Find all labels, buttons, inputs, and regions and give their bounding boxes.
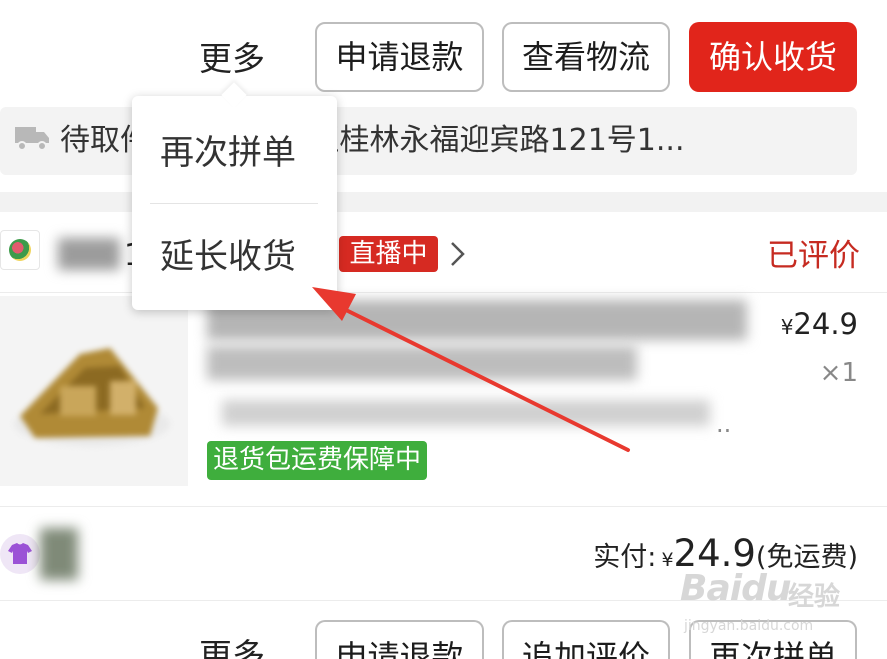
order-list-screen: 更多 申请退款 查看物流 确认收货 待取件 快件已暂存至桂林永福迎宾路121号1… [0,0,887,659]
annotation-arrow [312,287,630,452]
